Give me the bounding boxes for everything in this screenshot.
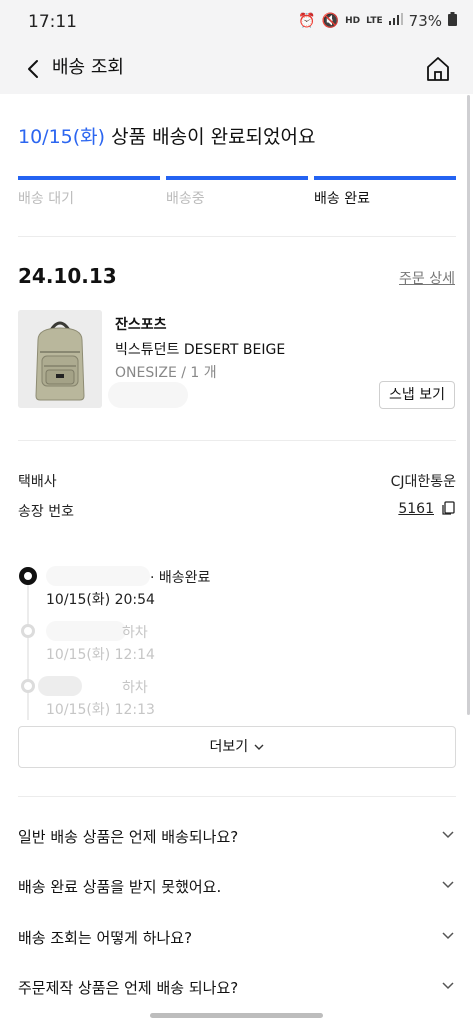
home-button[interactable] [421, 52, 455, 86]
tracking-timeline: · 배송완료 10/15(화) 20:54 하차 10/15(화) 12:14 … [18, 560, 456, 720]
lte-indicator: LTE [366, 15, 383, 26]
timeline-status-1: · 배송완료 [150, 570, 211, 586]
progress-label-shipping: 배송중 [166, 191, 205, 207]
timeline-status-2: 하차 [122, 625, 148, 641]
timeline-time-3: 10/15(화) 12:13 [46, 702, 155, 718]
alarm-icon: ⏰ [298, 13, 316, 29]
scrollbar[interactable] [467, 95, 470, 715]
divider [18, 440, 456, 441]
order-date: 24.10.13 [18, 264, 117, 288]
status-bar: 17:11 ⏰ 🔇 HD LTE 73% [0, 0, 473, 44]
mute-icon: 🔇 [321, 13, 340, 29]
faq-question: 일반 배송 상품은 언제 배송되나요? [18, 828, 239, 846]
timeline-time-1: 10/15(화) 20:54 [46, 592, 155, 608]
faq-question: 주문제작 상품은 언제 배송 되나요? [18, 979, 239, 997]
status-time: 17:11 [28, 12, 77, 32]
order-detail-link[interactable]: 주문 상세 [399, 268, 455, 288]
timeline-dot-current [19, 567, 37, 585]
timeline-dot [21, 679, 35, 693]
timeline-dot [21, 624, 35, 638]
chevron-down-icon [442, 881, 454, 889]
product-name: 빅스튜던트 DESERT BEIGE [115, 342, 286, 358]
product-brand: 잔스포츠 [115, 317, 167, 333]
faq-item[interactable]: 일반 배송 상품은 언제 배송되나요? [18, 822, 456, 850]
delivery-progress: 배송 대기 배송중 배송 완료 [18, 176, 456, 208]
progress-label-waiting: 배송 대기 [18, 191, 74, 207]
divider [18, 796, 456, 797]
divider [18, 236, 456, 237]
snap-view-button[interactable]: 스냅 보기 [379, 381, 455, 409]
progress-bar-step-1 [18, 176, 160, 180]
app-bar: 배송 조회 [0, 44, 473, 94]
faq-question: 배송 조회는 어떻게 하나요? [18, 929, 193, 947]
tracking-label: 송장 번호 [18, 504, 74, 520]
progress-bar-step-3 [314, 176, 456, 180]
backpack-image [18, 310, 102, 408]
copy-icon[interactable] [440, 500, 456, 516]
faq-item[interactable]: 배송 완료 상품을 받지 못했어요. [18, 872, 456, 900]
redacted-area [46, 566, 150, 586]
product-image[interactable] [18, 310, 102, 408]
chevron-down-icon [254, 744, 264, 750]
progress-bar-step-2 [166, 176, 308, 180]
delivery-message: 상품 배송이 완료되었어요 [111, 126, 316, 148]
chevron-down-icon [442, 982, 454, 990]
faq-item[interactable]: 주문제작 상품은 언제 배송 되나요? [18, 973, 456, 1001]
status-icons: ⏰ 🔇 HD LTE 73% [298, 12, 457, 30]
timeline-status-3: 하차 [122, 680, 148, 696]
page-title: 배송 조회 [52, 57, 124, 78]
product-option: ONESIZE / 1 개 [115, 365, 217, 381]
delivery-headline: 10/15(화) 상품 배송이 완료되었어요 [18, 122, 315, 149]
chevron-left-icon [28, 60, 38, 78]
redacted-area [108, 382, 188, 408]
hd-indicator: HD [345, 15, 361, 26]
chevron-down-icon [442, 831, 454, 839]
battery-percent: 73% [408, 12, 442, 30]
faq-question: 배송 완료 상품을 받지 못했어요. [18, 878, 222, 896]
timeline-time-2: 10/15(화) 12:14 [46, 647, 155, 663]
show-more-label: 더보기 [209, 739, 249, 755]
timeline-line [27, 574, 29, 720]
home-icon [427, 57, 449, 81]
signal-icon [388, 13, 403, 29]
back-button[interactable] [18, 52, 52, 86]
battery-icon [448, 12, 457, 30]
courier-value: CJ대한통운 [390, 474, 456, 490]
courier-label: 택배사 [18, 474, 57, 490]
faq-item[interactable]: 배송 조회는 어떻게 하나요? [18, 923, 456, 951]
tracking-number[interactable]: 5161 [398, 501, 434, 517]
home-indicator[interactable] [150, 1013, 323, 1018]
chevron-down-icon [442, 932, 454, 940]
redacted-area [38, 676, 82, 696]
progress-label-delivered: 배송 완료 [314, 191, 370, 207]
delivery-date: 10/15(화) [18, 126, 106, 148]
redacted-area [46, 621, 126, 641]
show-more-button[interactable]: 더보기 [18, 726, 456, 768]
